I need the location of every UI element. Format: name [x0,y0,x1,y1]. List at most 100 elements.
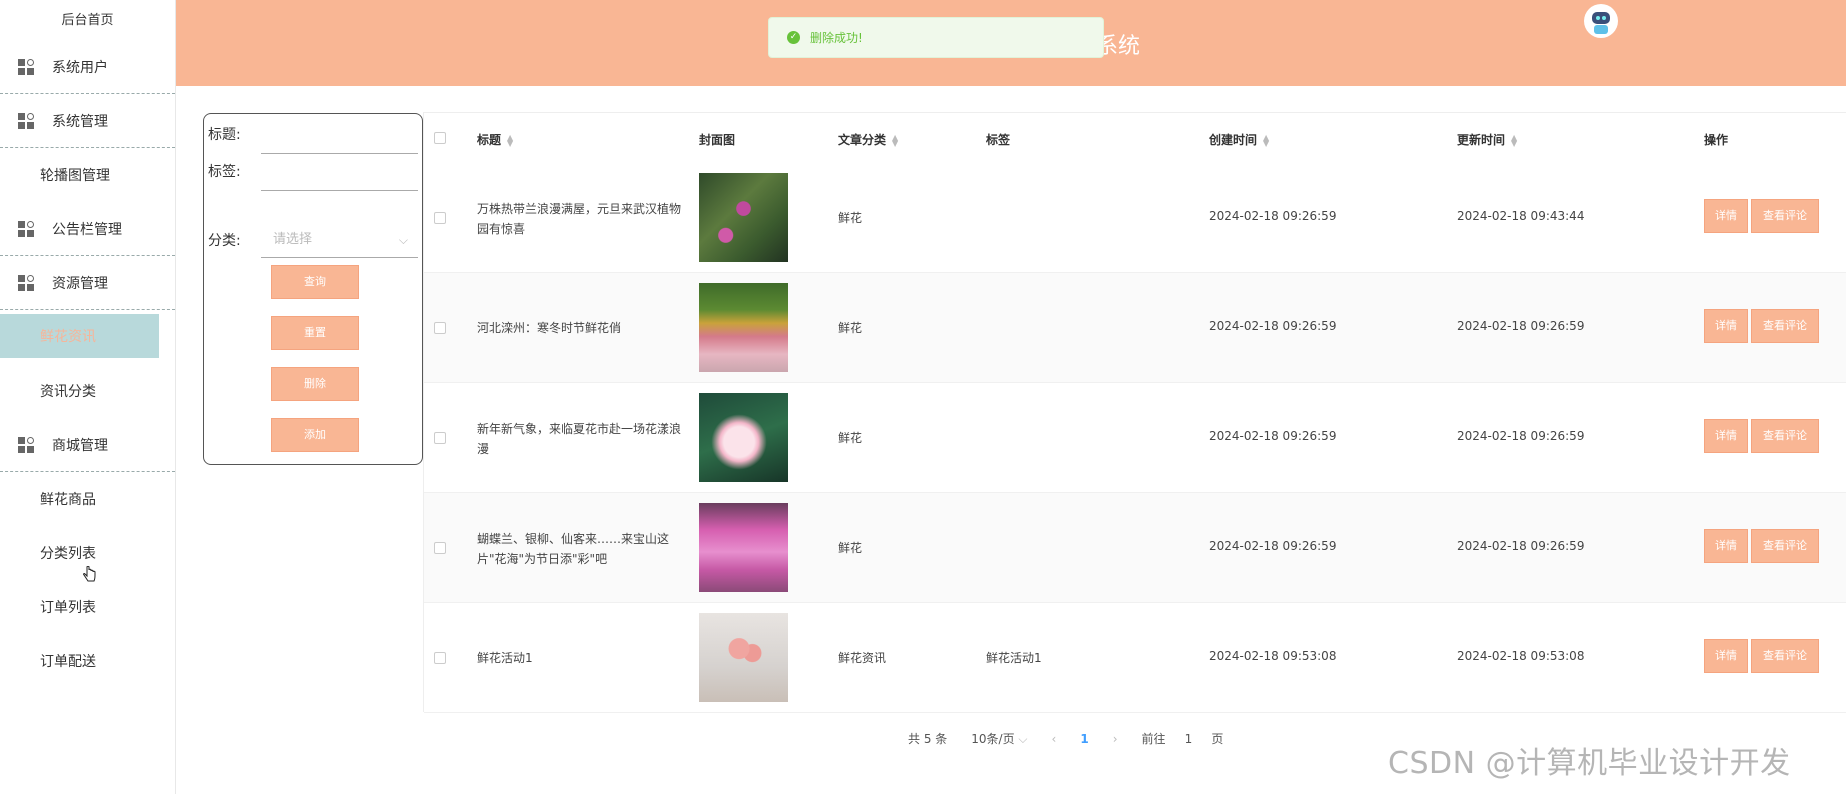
row-title: 万株热带兰浪漫满屋，元旦来武汉植物园有惊喜 [477,202,682,236]
row-updated-time: 2024-02-18 09:53:08 [1457,649,1585,663]
robot-avatar-icon[interactable] [1584,4,1618,38]
row-created-time: 2024-02-18 09:26:59 [1209,429,1337,443]
articles-table: 标题 ▲ ▼ 封面图 文章分类 ▲ ▼ 标签 创建时间 ▲ ▼ 更新时间 ▲ ▼ 操作 万株热带… [423,112,1846,713]
hand-cursor-icon [83,566,96,582]
row-category: 鲜花 [838,541,863,555]
view-comments-button[interactable]: 查看评论 [1751,309,1819,343]
row-checkbox[interactable] [434,542,446,554]
view-comments-button[interactable]: 查看评论 [1751,419,1819,453]
row-actions: 详情 查看评论 [1704,199,1819,233]
column-header-cover: 封面图 [699,133,736,147]
select-all-checkbox[interactable] [434,132,446,144]
sidebar-item-label: 系统用户 [52,59,108,76]
sidebar-item-label: 鲜花商品 [40,492,96,508]
row-category: 鲜花 [838,321,863,335]
title-filter-input[interactable] [261,153,418,154]
detail-button[interactable]: 详情 [1704,309,1748,343]
sidebar-menu: 系统用户 系统管理 轮播图管理 公告栏管理 资源管理 鲜花资讯 资讯分类 商城管理 鲜花商品 分类… [0,40,175,688]
sidebar-item-2[interactable]: 轮播图管理 [0,148,175,202]
column-header-created[interactable]: 创建时间 ▲ ▼ [1209,131,1269,148]
sidebar-item-label: 鲜花资讯 [40,329,96,345]
row-title: 蝴蝶兰、银柳、仙客来……来宝山这片"花海"为节日添"彩"吧 [477,532,670,566]
row-checkbox[interactable] [434,322,446,334]
detail-button[interactable]: 详情 [1704,529,1748,563]
success-check-icon: ✓ [787,31,800,44]
row-category: 鲜花 [838,211,863,225]
detail-button[interactable]: 详情 [1704,199,1748,233]
table-row: 万株热带兰浪漫满屋，元旦来武汉植物园有惊喜 鲜花 2024-02-18 09:26:… [424,163,1846,273]
next-page-icon[interactable]: › [1113,732,1118,746]
row-created-time: 2024-02-18 09:53:08 [1209,649,1337,663]
sidebar-item-label: 商城管理 [52,437,108,454]
app-root: 后台首页 系统用户 系统管理 轮播图管理 公告栏管理 资源管理 鲜花资讯 资讯分类 商城管理鲜… [0,0,1846,794]
query-button[interactable]: 查询 [271,265,359,299]
row-cover-image [699,283,788,372]
sort-icon: ▲ ▼ [1511,132,1518,148]
pagination: 共 5 条 10条/页 ⌵ ‹ 1 › 前往 1 页 [908,730,1247,747]
row-title: 鲜花活动1 [477,651,533,665]
row-updated-time: 2024-02-18 09:43:44 [1457,209,1585,223]
table-header: 标题 ▲ ▼ 封面图 文章分类 ▲ ▼ 标签 创建时间 ▲ ▼ 更新时间 ▲ ▼ 操作 [424,113,1846,163]
table-row: 新年新气象，来临夏花市赴一场花漾浪漫 鲜花 2024-02-18 09:26:59 2… [424,383,1846,493]
column-header-category[interactable]: 文章分类 ▲ ▼ [838,131,898,148]
sidebar-item-4[interactable]: 资源管理 [0,256,175,310]
row-updated-time: 2024-02-18 09:26:59 [1457,429,1585,443]
sidebar-item-8[interactable]: 鲜花商品 [0,472,175,526]
view-comments-button[interactable]: 查看评论 [1751,529,1819,563]
pager-goto-input[interactable]: 1 [1185,732,1193,746]
prev-page-icon[interactable]: ‹ [1052,732,1057,746]
detail-button[interactable]: 详情 [1704,639,1748,673]
tag-filter-input[interactable] [261,190,418,191]
sidebar-item-label: 订单列表 [40,600,96,616]
sidebar-item-7[interactable]: 商城管理 [0,418,175,472]
sidebar-item-label: 公告栏管理 [52,221,122,238]
category-select[interactable]: 请选择 ⌵ [261,222,418,258]
row-actions: 详情 查看评论 [1704,529,1819,563]
view-comments-button[interactable]: 查看评论 [1751,639,1819,673]
pager-size-select[interactable]: 10条/页 ⌵ [971,730,1027,747]
reset-button[interactable]: 重置 [271,316,359,350]
row-checkbox[interactable] [434,432,446,444]
sidebar-item-label: 订单配送 [40,654,96,670]
column-header-updated[interactable]: 更新时间 ▲ ▼ [1457,131,1517,148]
sidebar-item-label: 轮播图管理 [40,168,110,184]
row-checkbox[interactable] [434,652,446,664]
menu-grid-icon [18,112,38,129]
add-button[interactable]: 添加 [271,418,359,452]
row-cover-image [699,503,788,592]
row-actions: 详情 查看评论 [1704,309,1819,343]
menu-grid-icon [18,274,38,291]
row-updated-time: 2024-02-18 09:26:59 [1457,319,1585,333]
chevron-down-icon: ⌵ [398,233,408,247]
row-checkbox[interactable] [434,212,446,224]
detail-button[interactable]: 详情 [1704,419,1748,453]
view-comments-button[interactable]: 查看评论 [1751,199,1819,233]
sidebar-item-6[interactable]: 资讯分类 [0,364,175,418]
pager-current-page[interactable]: 1 [1080,732,1088,746]
sidebar-item-0[interactable]: 系统用户 [0,40,175,94]
row-cover-image [699,393,788,482]
sidebar-item-5[interactable]: 鲜花资讯 [0,314,159,358]
column-header-title[interactable]: 标题 ▲ ▼ [477,131,513,148]
sidebar-item-label: 资讯分类 [40,384,96,400]
sidebar-home[interactable]: 后台首页 [0,0,175,40]
delete-button[interactable]: 删除 [271,367,359,401]
table-row: 蝴蝶兰、银柳、仙客来……来宝山这片"花海"为节日添"彩"吧 鲜花 2024-02-1… [424,493,1846,603]
row-title: 河北滦州：寒冬时节鲜花俏 [477,321,622,335]
row-cover-image [699,613,788,702]
column-header-ops: 操作 [1704,133,1729,147]
sidebar-item-11[interactable]: 订单配送 [0,634,175,688]
row-category: 鲜花 [838,431,863,445]
menu-grid-icon [18,436,38,453]
category-placeholder: 请选择 [273,232,313,247]
row-actions: 详情 查看评论 [1704,639,1819,673]
sidebar-item-3[interactable]: 公告栏管理 [0,202,175,256]
title-filter-label: 标题: [208,127,241,143]
sidebar: 后台首页 系统用户系统管理轮播图管理公告栏管理资源管理鲜花资讯资讯分类商城管理鲜… [0,0,176,794]
sidebar-item-1[interactable]: 系统管理 [0,94,175,148]
sidebar-item-label: 资源管理 [52,275,108,292]
sidebar-item-10[interactable]: 订单列表 [0,580,175,634]
row-category: 鲜花资讯 [838,651,887,665]
toast-message: 删除成功! [810,31,863,45]
row-actions: 详情 查看评论 [1704,419,1819,453]
